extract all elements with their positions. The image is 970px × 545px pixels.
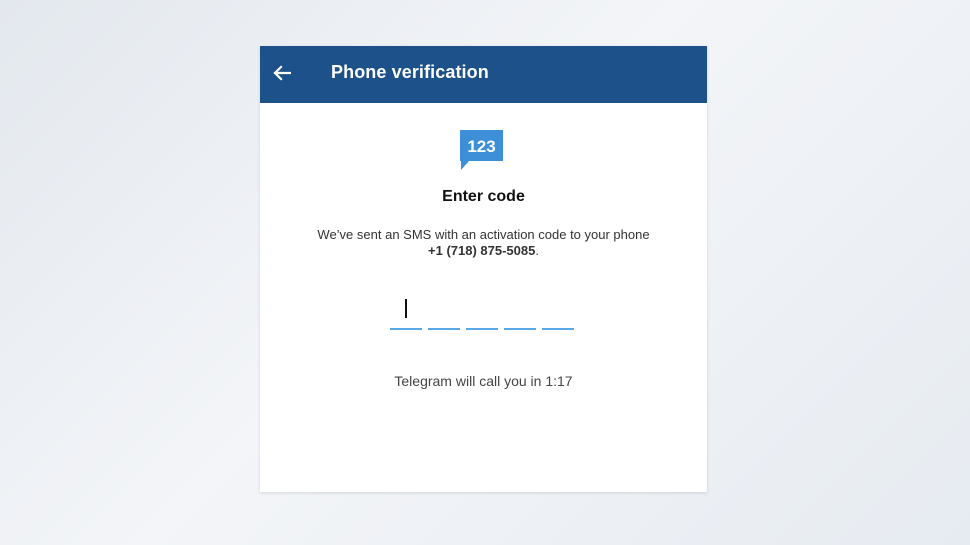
- code-input: [390, 294, 580, 330]
- sms-code-badge-icon: 123: [460, 130, 504, 172]
- enter-code-heading: Enter code: [442, 188, 525, 205]
- code-digit-2[interactable]: [428, 294, 460, 330]
- sms-sent-text: We’ve sent an SMS with an activation cod…: [317, 227, 650, 242]
- arrow-left-icon: [273, 65, 291, 81]
- phone-number: +1 (718) 875-5085: [428, 243, 536, 258]
- phone-number-suffix: .: [535, 243, 539, 258]
- call-timer-text: Telegram will call you in 1:17: [394, 373, 573, 389]
- phone-number-line: +1 (718) 875-5085.: [260, 243, 707, 259]
- app-bar: Phone verification: [260, 46, 707, 103]
- code-digit-4[interactable]: [504, 294, 536, 330]
- badge-text: 123: [467, 137, 496, 156]
- page-title: Phone verification: [331, 62, 489, 82]
- sms-sent-message: We’ve sent an SMS with an activation cod…: [260, 227, 707, 259]
- code-digit-5[interactable]: [542, 294, 574, 330]
- text-cursor: [405, 299, 407, 318]
- back-button[interactable]: [270, 57, 296, 89]
- verification-screen: Phone verification 123 Enter code We’ve …: [260, 46, 707, 492]
- code-digit-3[interactable]: [466, 294, 498, 330]
